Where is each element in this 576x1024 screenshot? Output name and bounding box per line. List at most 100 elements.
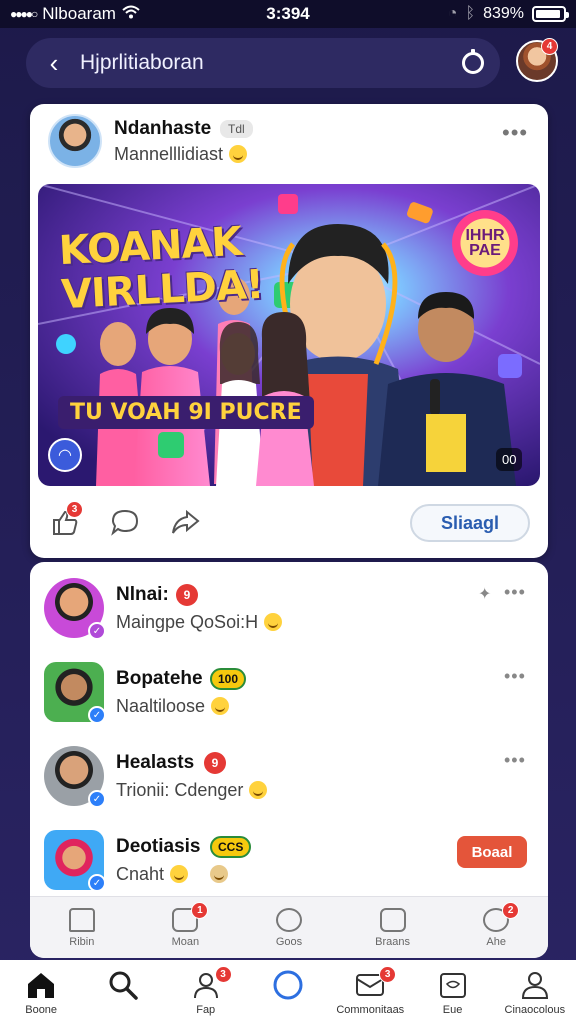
carrier-name: Nlboaram [42,4,116,23]
nav-label: Fap [196,1004,216,1016]
battery-icon [532,6,569,22]
inner-tab-videos[interactable]: Braans [353,907,433,948]
list-item[interactable]: ✓ Nlnai: 9 Maingpe QoSoi:H ✦ ••• [30,566,548,648]
list-name: Healasts [116,752,195,773]
nav-people[interactable]: 3 Fap [165,966,247,1016]
neutral-emoji-icon [210,865,229,883]
bluetooth-icon: ᛒ [465,5,476,22]
nav-label: Eue [442,1004,463,1016]
smile-emoji-icon [170,865,189,883]
list-name: Bopatehe [116,668,203,689]
inner-tab-home[interactable]: Ribin [42,907,122,948]
author-avatar[interactable] [48,114,102,168]
verified-icon: ✓ [88,874,106,892]
notification-badge: 4 [541,38,558,55]
nav-profile[interactable]: Cinaocolous [494,970,576,1016]
search-bar[interactable]: ‹ Hjprlitiaboran [26,38,500,88]
signal-icon: ●●●●○ [10,7,38,21]
smile-emoji-icon [264,613,283,631]
inner-tab-label: Ribin [69,935,95,948]
list-name: Nlnai: [116,584,169,605]
like-icon[interactable]: 3 [50,501,83,537]
post-subtitle: Mannelllidiast [114,144,248,165]
nav-calendar[interactable]: Eue [411,970,493,1016]
back-icon[interactable]: ‹ [42,50,66,76]
list-item[interactable]: ✓ Deotiasis CCS Cnaht Boaal [30,818,548,900]
timer-icon[interactable] [462,49,484,74]
inner-tab-strip: Ribin 1 Moan Goos Braans 2 Ahe [30,896,548,958]
share-icon[interactable] [170,507,200,537]
inner-tab-more[interactable]: 2 Ahe [456,901,536,948]
inner-tab-groups[interactable]: Goos [249,907,329,948]
nav-label: Boone [25,1004,58,1016]
post-card: Ndanhaste Tdl Mannelllidiast ••• KOANAK … [30,104,548,558]
status-bar: ●●●●○ Nlboaram 3:394 ◔ ᛒ 839% [0,0,576,28]
nav-inbox[interactable]: 3 Commonitaas [329,966,411,1016]
list-subtitle-text: Cnaht [116,864,165,884]
list-name: Deotiasis [116,836,201,857]
comment-icon[interactable] [110,507,140,537]
status-time: 3:394 [266,4,310,23]
home-icon [26,970,56,1000]
list-subtitle: Naaltiloose [116,696,230,717]
nav-badge: 3 [214,966,232,983]
list-badge: 9 [204,752,226,774]
more-options-icon[interactable]: ••• [502,120,528,146]
bottom-navigation: Boone 3 Fap 3 Commonitaas Eue Cinaocolou… [0,960,576,1024]
list-subtitle: Maingpe QoSoi:H [116,612,283,633]
list-action-button[interactable]: Boaal [457,836,527,868]
post-image[interactable]: KOANAK VIRLLDA! TU VOAH 9I PUCRE IHHR PA… [38,184,540,486]
like-badge: 3 [66,501,83,518]
list-item[interactable]: ✓ Healasts 9 Trionii: Cdenger ••• [30,734,548,816]
nav-home[interactable]: Boone [0,970,82,1016]
smile-emoji-icon [211,697,230,715]
more-options-icon[interactable]: ••• [504,666,526,687]
wifi-icon [122,4,140,24]
profile-icon [520,970,550,1000]
author-tag: Tdl [220,120,253,138]
alarm-icon: ◔ [447,5,458,22]
list-subtitle-text: Trionii: Cdenger [116,780,244,800]
list-subtitle: Cnaht [116,864,229,885]
more-options-icon[interactable]: ••• [504,582,526,603]
search-query[interactable]: Hjprlitiaboran [80,51,462,75]
nav-create[interactable] [247,970,329,1004]
inner-tab-badge: 2 [502,901,520,919]
verified-icon: ✓ [88,706,106,724]
author-name[interactable]: Ndanhaste [114,118,211,140]
inner-tab-label: Goos [275,935,303,948]
nav-label: Commonitaas [336,1004,405,1016]
image-logo: IHHR PAE [452,210,518,276]
image-headline: KOANAK VIRLLDA! [58,219,265,319]
list-subtitle: Trionii: Cdenger [116,780,268,801]
list-subtitle-text: Maingpe QoSoi:H [116,612,259,632]
list-item[interactable]: ✓ Bopatehe 100 Naaltiloose ••• [30,650,548,732]
image-subtitle: TU VOAH 9I PUCRE [58,396,314,429]
list-badge: 9 [176,584,198,606]
list-badge: 100 [210,668,247,690]
post-action-button[interactable]: Sliaagl [410,504,530,542]
nav-badge: 3 [379,966,397,983]
inner-tab-messages[interactable]: 1 Moan [145,901,225,948]
pin-icon[interactable]: ✦ [478,584,491,604]
post-subtitle-text: Mannelllidiast [114,144,224,164]
more-options-icon[interactable]: ••• [504,750,526,771]
smile-emoji-icon [229,145,248,163]
inner-tab-label: Ahe [486,935,506,948]
verified-icon: ✓ [88,790,106,808]
search-icon [108,970,139,1000]
image-corner-icon: ◠ [48,438,82,472]
image-headline-line2: VIRLLDA! [60,261,265,319]
inner-tab-label: Braans [375,935,410,948]
list-subtitle-text: Naaltiloose [116,696,206,716]
nav-label: Cinaocolous [504,1004,566,1016]
nav-search[interactable] [82,970,164,1004]
smile-emoji-icon [249,781,268,799]
list-badge: CCS [210,836,252,858]
inner-tab-badge: 1 [191,901,209,919]
create-icon [272,970,304,1000]
post-actions: 3 [50,501,200,542]
video-badge: 00 [496,448,523,471]
battery-percent: 839% [483,5,524,22]
inner-tab-label: Moan [171,935,200,948]
